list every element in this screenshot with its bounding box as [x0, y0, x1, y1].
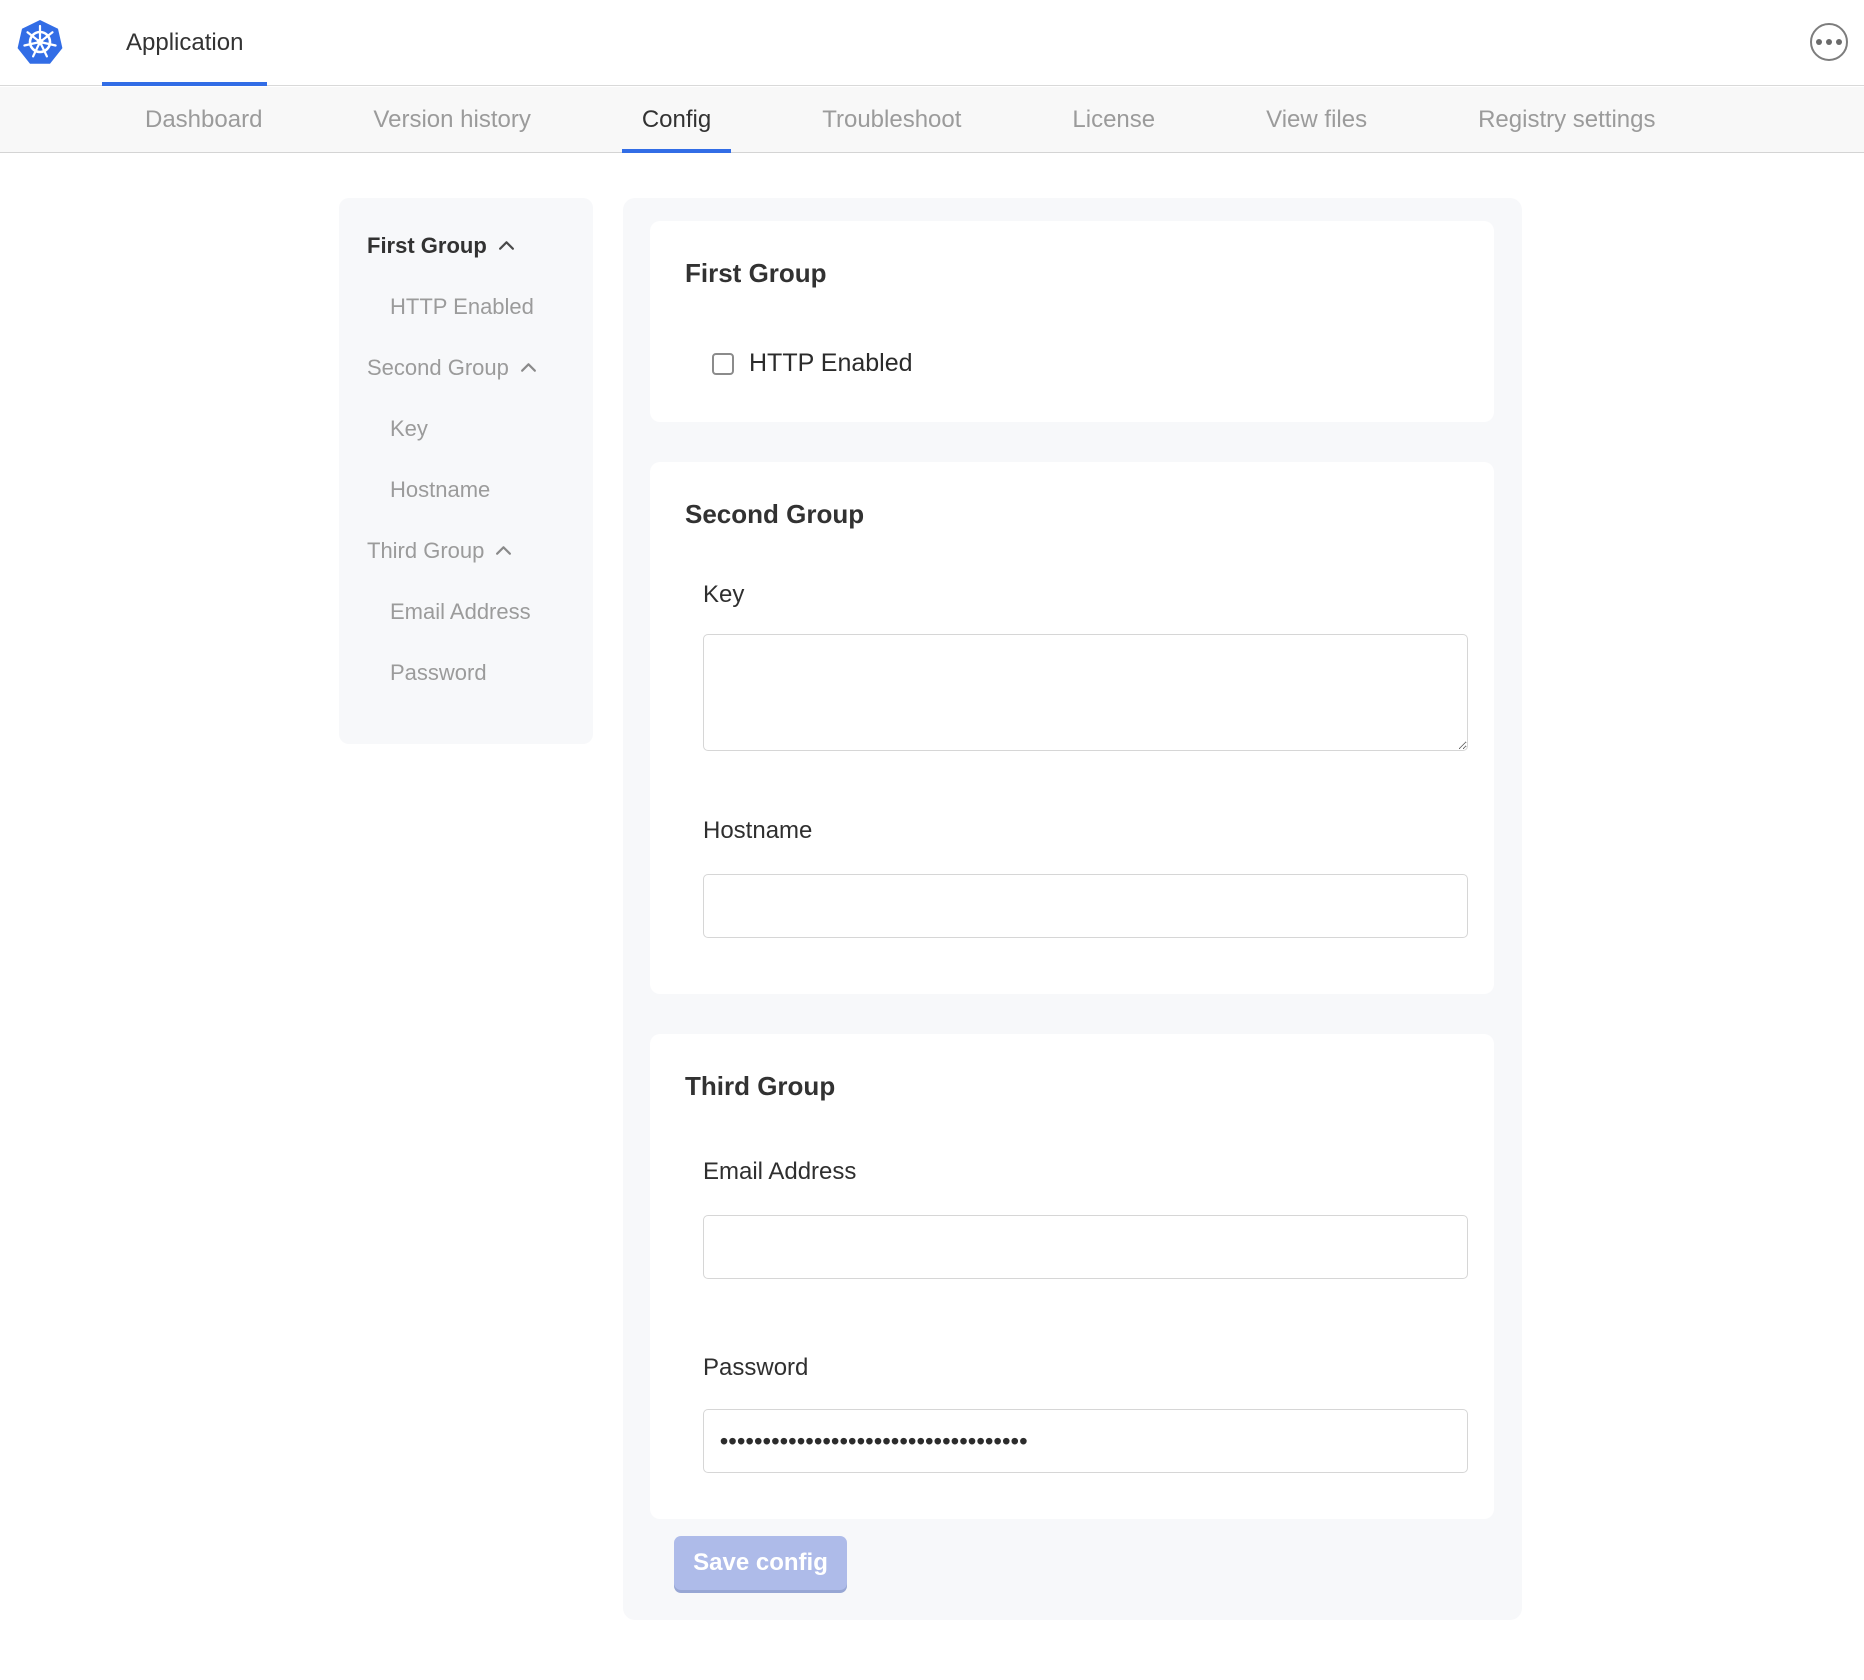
sidebar-item-email-address[interactable]: Email Address: [367, 581, 593, 642]
tab-troubleshoot[interactable]: Troubleshoot: [802, 87, 981, 152]
chevron-up-icon: [520, 362, 537, 373]
http-enabled-checkbox[interactable]: [712, 353, 734, 375]
group-title: Second Group: [685, 498, 1468, 530]
kubernetes-logo-icon: [17, 19, 63, 67]
config-group-card-third: Third Group Email Address Password: [650, 1034, 1494, 1519]
tab-version-history[interactable]: Version history: [353, 87, 550, 152]
app-title: Application: [126, 29, 243, 57]
config-page: Application Dashboard Version history Co…: [0, 0, 1864, 1680]
tab-dashboard[interactable]: Dashboard: [125, 87, 282, 152]
key-textarea[interactable]: [703, 634, 1468, 751]
hostname-input[interactable]: [703, 874, 1468, 938]
config-group-card-second: Second Group Key Hostname: [650, 462, 1494, 994]
overflow-menu-button[interactable]: [1810, 23, 1848, 61]
tab-view-files[interactable]: View files: [1246, 87, 1387, 152]
nav-tabbar: Dashboard Version history Config Trouble…: [0, 87, 1864, 153]
http-enabled-label[interactable]: HTTP Enabled: [749, 349, 913, 378]
email-address-input[interactable]: [703, 1215, 1468, 1279]
group-title: Third Group: [685, 1070, 1468, 1102]
chevron-up-icon: [495, 545, 512, 556]
sidebar-item-key[interactable]: Key: [367, 398, 593, 459]
config-form-area: First Group HTTP Enabled Second Group Ke…: [623, 198, 1522, 1620]
app-tab-application[interactable]: Application: [102, 0, 267, 85]
app-header: Application: [0, 0, 1864, 86]
sidebar-item-third-group[interactable]: Third Group: [367, 520, 593, 581]
password-input[interactable]: [703, 1409, 1468, 1473]
key-label: Key: [703, 580, 1468, 610]
sidebar-item-first-group[interactable]: First Group: [367, 215, 593, 276]
tab-license[interactable]: License: [1052, 87, 1175, 152]
sidebar-item-http-enabled[interactable]: HTTP Enabled: [367, 276, 593, 337]
tab-registry-settings[interactable]: Registry settings: [1458, 87, 1675, 152]
http-enabled-field: HTTP Enabled: [712, 349, 1468, 378]
sidebar-item-password[interactable]: Password: [367, 642, 593, 703]
group-title: First Group: [685, 257, 1468, 289]
email-address-label: Email Address: [703, 1157, 1468, 1187]
tab-config[interactable]: Config: [622, 87, 731, 152]
sidebar-item-hostname[interactable]: Hostname: [367, 459, 593, 520]
save-config-button[interactable]: Save config: [674, 1536, 847, 1590]
password-label: Password: [703, 1353, 1468, 1383]
sidebar-item-second-group[interactable]: Second Group: [367, 337, 593, 398]
chevron-up-icon: [498, 240, 515, 251]
hostname-label: Hostname: [703, 816, 1468, 846]
config-sidebar: First Group HTTP Enabled Second Group Ke…: [339, 198, 593, 744]
config-group-card-first: First Group HTTP Enabled: [650, 221, 1494, 422]
ellipsis-icon: [1816, 39, 1822, 45]
